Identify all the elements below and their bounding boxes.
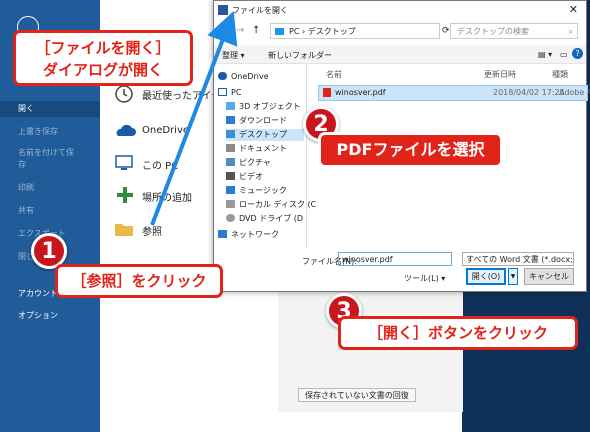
callout-step2: PDFファイルを選択 xyxy=(318,132,503,168)
callout-step1: ［参照］をクリック xyxy=(55,264,223,298)
callout-dialog-opens: ［ファイルを開く］ ダイアログが開く xyxy=(13,30,193,86)
callout-step3: ［開く］ボタンをクリック xyxy=(338,316,578,350)
